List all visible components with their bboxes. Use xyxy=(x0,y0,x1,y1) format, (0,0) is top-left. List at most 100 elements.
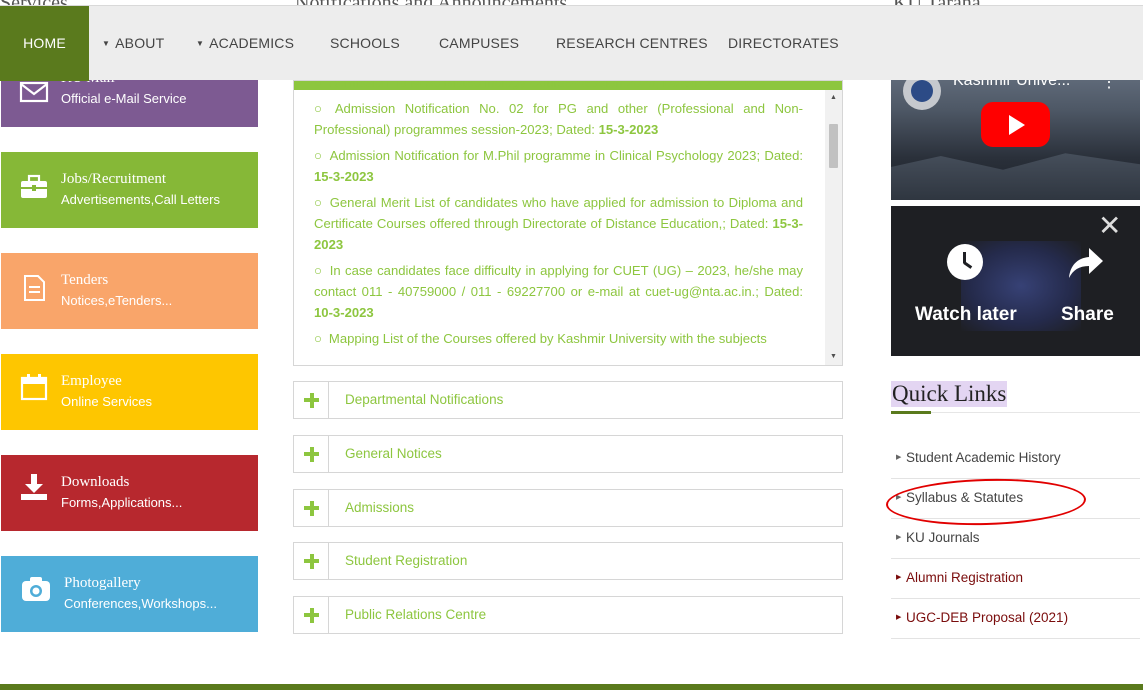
main-navbar: HOME ▼ ABOUT ▼ ACADEMICS SCHOOLS CAMPUSES … xyxy=(0,5,1143,81)
quick-link-label: Alumni Registration xyxy=(906,570,1024,585)
notice-bullet: ○ xyxy=(314,195,323,210)
nav-campuses[interactable]: CAMPUSES xyxy=(439,6,519,81)
caret-right-icon: ▶ xyxy=(896,574,902,581)
camera-icon xyxy=(22,577,50,601)
notice-bullet: ○ xyxy=(314,148,323,163)
quick-link-ku-journals[interactable]: ▶ KU Journals xyxy=(891,519,1140,559)
document-icon xyxy=(24,275,45,301)
service-subtitle: Forms,Applications... xyxy=(61,495,183,510)
service-title: Tenders xyxy=(61,272,109,288)
service-tile-tenders[interactable]: Tenders Notices,eTenders... xyxy=(1,253,258,329)
scroll-up-icon[interactable]: ▲ xyxy=(825,90,842,106)
service-title: Jobs/Recruitment xyxy=(61,171,166,187)
nav-directorates[interactable]: DIRECTORATES xyxy=(728,6,839,81)
scroll-down-icon[interactable]: ▼ xyxy=(825,349,842,365)
notice-item[interactable]: ○ Mapping List of the Courses offered by … xyxy=(314,328,803,349)
plus-icon[interactable] xyxy=(294,436,329,472)
notice-text: General Merit List of candidates who hav… xyxy=(314,195,803,231)
accordion-student-registration[interactable]: Student Registration xyxy=(293,542,843,580)
nav-academics-label: ACADEMICS xyxy=(209,35,295,51)
notice-item[interactable]: ○ In case candidates face difficulty in a… xyxy=(314,260,803,323)
service-subtitle: Online Services xyxy=(61,394,153,409)
quick-link-label: Student Academic History xyxy=(906,450,1061,465)
download-icon xyxy=(21,474,47,500)
nav-about[interactable]: ▼ ABOUT xyxy=(102,6,164,81)
nav-academics[interactable]: ▼ ACADEMICS xyxy=(196,6,294,81)
notice-date: 15-3-2023 xyxy=(598,122,659,137)
nav-about-label: ABOUT xyxy=(115,35,165,51)
caret-right-icon: ▶ xyxy=(896,454,902,461)
notice-item[interactable]: ○ General Merit List of candidates who ha… xyxy=(314,192,803,255)
accordion-label: Departmental Notifications xyxy=(345,392,504,407)
service-subtitle: Official e-Mail Service xyxy=(61,91,187,106)
notice-list: ○ Admission To M.Sc Biotechnology Course-… xyxy=(314,80,803,354)
notice-text: Mapping List of the Courses offered by K… xyxy=(328,331,767,346)
accordion-label: General Notices xyxy=(345,446,442,461)
youtube-video-ku-tarana[interactable]: Kashmir Unive... ⋮ xyxy=(891,60,1140,200)
service-title: Employee xyxy=(61,373,122,389)
clock-icon[interactable] xyxy=(947,244,983,280)
accordion-label: Admissions xyxy=(345,500,415,515)
accordion-departmental-notifications[interactable]: Departmental Notifications xyxy=(293,381,843,419)
quick-link-ugc-deb-proposal[interactable]: ▶ UGC-DEB Proposal (2021) xyxy=(891,599,1140,639)
notice-item[interactable]: ○ Admission Notification for M.Phil progr… xyxy=(314,145,803,187)
service-tile-photogallery[interactable]: Photogallery Conferences,Workshops... xyxy=(1,556,258,632)
plus-icon[interactable] xyxy=(294,597,329,633)
chevron-down-icon: ▼ xyxy=(102,39,111,48)
notice-text: Admission Notification for M.Phil progra… xyxy=(329,148,803,163)
accordion-admissions[interactable]: Admissions xyxy=(293,489,843,527)
plus-icon[interactable] xyxy=(294,543,329,579)
video-thumbnail xyxy=(891,153,1140,200)
service-tile-jobs[interactable]: Jobs/Recruitment Advertisements,Call Let… xyxy=(1,152,258,228)
nav-schools[interactable]: SCHOOLS xyxy=(330,6,400,81)
title-underline-accent xyxy=(891,411,931,414)
share-button[interactable]: Share xyxy=(1061,304,1114,326)
nav-research-centres[interactable]: RESEARCH CENTRES xyxy=(556,6,708,81)
close-icon[interactable]: ✕ xyxy=(1098,212,1121,240)
youtube-video-overlay[interactable]: ✕ Watch later Share xyxy=(891,206,1140,356)
service-tile-downloads[interactable]: Downloads Forms,Applications... xyxy=(1,455,258,531)
accordion-public-relations-centre[interactable]: Public Relations Centre xyxy=(293,596,843,634)
notice-bullet: ○ xyxy=(314,263,323,278)
notice-text: Admission Notification No. 02 for PG and… xyxy=(314,101,803,137)
notice-bullet: ○ xyxy=(314,101,328,116)
accordion-label: Student Registration xyxy=(345,553,468,568)
quick-link-label: UGC-DEB Proposal (2021) xyxy=(906,610,1069,625)
service-subtitle: Notices,eTenders... xyxy=(61,293,173,308)
plus-icon[interactable] xyxy=(294,490,329,526)
calendar-icon xyxy=(20,374,48,401)
footer-bar xyxy=(0,684,1143,690)
caret-right-icon: ▶ xyxy=(896,614,902,621)
watch-later-button[interactable]: Watch later xyxy=(915,304,1017,326)
notice-item[interactable]: ○ Admission To M.Sc Biotechnology Course-… xyxy=(314,80,803,93)
quick-link-alumni-registration[interactable]: ▶ Alumni Registration xyxy=(891,559,1140,599)
scrollbar[interactable]: ▲ ▼ xyxy=(825,90,842,365)
notice-text: In case candidates face difficulty in ap… xyxy=(314,263,803,299)
quick-link-label: KU Journals xyxy=(906,530,980,545)
service-subtitle: Conferences,Workshops... xyxy=(64,596,217,611)
chevron-down-icon: ▼ xyxy=(196,39,205,48)
caret-right-icon: ▶ xyxy=(896,534,902,541)
notice-item[interactable]: ○ Admission Notification No. 02 for PG an… xyxy=(314,98,803,140)
notice-text: Admission To M.Sc Biotechnology Course-S… xyxy=(328,80,702,90)
plus-icon[interactable] xyxy=(294,382,329,418)
notice-bullet: ○ xyxy=(314,331,322,346)
notice-date: 15-3-2023 xyxy=(314,169,374,184)
quick-link-student-academic-history[interactable]: ▶ Student Academic History xyxy=(891,439,1140,479)
service-tile-employee[interactable]: Employee Online Services xyxy=(1,354,258,430)
accordion-general-notices[interactable]: General Notices xyxy=(293,435,843,473)
nav-home[interactable]: HOME xyxy=(0,6,89,81)
service-title: Photogallery xyxy=(64,575,141,591)
notifications-scroll-box[interactable]: ○ Admission To M.Sc Biotechnology Course-… xyxy=(293,80,843,366)
service-title: Downloads xyxy=(61,474,130,490)
mail-icon xyxy=(19,81,49,103)
service-subtitle: Advertisements,Call Letters xyxy=(61,192,220,207)
scrollbar-thumb[interactable] xyxy=(829,124,838,168)
accordion-label: Public Relations Centre xyxy=(345,607,487,622)
quick-links-title: Quick Links xyxy=(891,381,1008,407)
notice-date: 10-3-2023 xyxy=(314,305,374,320)
briefcase-icon xyxy=(21,174,47,198)
notice-bullet: ○ xyxy=(314,80,322,90)
share-icon[interactable] xyxy=(1067,246,1105,280)
play-icon[interactable] xyxy=(981,102,1050,147)
